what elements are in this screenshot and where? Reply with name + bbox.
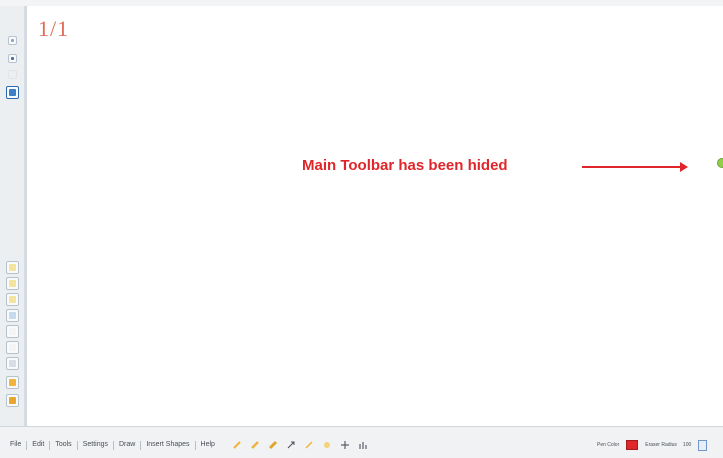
annotation-text: Main Toolbar has been hided bbox=[302, 157, 508, 174]
page-icon[interactable] bbox=[6, 309, 19, 322]
page-add-icon[interactable] bbox=[6, 261, 19, 274]
arrow-line bbox=[582, 166, 682, 168]
page-counter: 1/1 bbox=[38, 16, 70, 41]
menu-item-tools[interactable]: Tools bbox=[51, 439, 75, 451]
page-icon[interactable] bbox=[6, 293, 19, 306]
toolbar-toggle-button[interactable] bbox=[698, 439, 708, 451]
status-area: Pen Color Eraser Radius 100 bbox=[594, 438, 708, 452]
menu-item-insert-shapes[interactable]: Insert Shapes bbox=[142, 439, 193, 451]
divider-icon bbox=[8, 70, 17, 79]
menu-separator bbox=[76, 440, 78, 450]
left-scrollbar[interactable] bbox=[24, 6, 26, 426]
annotation-arrow bbox=[582, 160, 692, 174]
whiteboard-canvas[interactable] bbox=[27, 6, 723, 426]
eraser-radius-label: Eraser Radius bbox=[645, 442, 677, 448]
star-icon[interactable] bbox=[322, 440, 332, 450]
menu-item-edit[interactable]: Edit bbox=[28, 439, 48, 451]
marker-icon[interactable] bbox=[268, 440, 278, 450]
page-icon[interactable] bbox=[6, 341, 19, 354]
chart-icon[interactable] bbox=[358, 440, 368, 450]
pen-color-swatch[interactable] bbox=[626, 440, 639, 450]
plus-icon[interactable] bbox=[340, 440, 350, 450]
page-icon[interactable] bbox=[6, 357, 19, 370]
bottom-tools bbox=[228, 437, 372, 453]
arrow-icon[interactable] bbox=[286, 440, 296, 450]
menu-separator bbox=[140, 440, 142, 450]
bottom-toolbar: File Edit Tools Settings Draw Insert Sha… bbox=[0, 426, 723, 458]
line-icon[interactable] bbox=[304, 440, 314, 450]
menu-item-help[interactable]: Help bbox=[197, 439, 219, 451]
menu-separator bbox=[49, 440, 51, 450]
pen-icon[interactable] bbox=[8, 54, 17, 63]
arrow-head-icon bbox=[680, 162, 688, 172]
app-window: 1/1 Main Toolbar has been hided File Edi… bbox=[0, 0, 723, 458]
menu-separator bbox=[112, 440, 114, 450]
bottom-menu: File Edit Tools Settings Draw Insert Sha… bbox=[6, 438, 219, 452]
left-toolbar bbox=[0, 6, 27, 426]
menu-item-file[interactable]: File bbox=[6, 439, 25, 451]
menu-item-settings[interactable]: Settings bbox=[79, 439, 112, 451]
page-icon[interactable] bbox=[6, 325, 19, 338]
pen-color-label: Pen Color bbox=[597, 442, 620, 448]
menu-separator bbox=[194, 440, 196, 450]
page-icon[interactable] bbox=[6, 277, 19, 290]
eraser-radius-value: 100 bbox=[682, 442, 692, 448]
highlighter-icon[interactable] bbox=[250, 440, 260, 450]
save-icon[interactable] bbox=[6, 394, 19, 407]
image-icon[interactable] bbox=[6, 86, 19, 99]
folder-icon[interactable] bbox=[6, 376, 19, 389]
menu-item-draw[interactable]: Draw bbox=[115, 439, 139, 451]
pen-icon[interactable] bbox=[232, 440, 242, 450]
show-toolbar-handle[interactable] bbox=[717, 158, 723, 168]
cursor-icon[interactable] bbox=[8, 36, 17, 45]
menu-separator bbox=[26, 440, 28, 450]
